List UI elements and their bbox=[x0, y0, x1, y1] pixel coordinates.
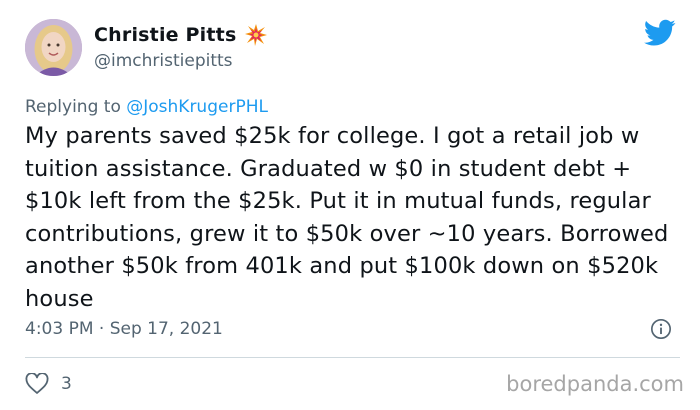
tweet-timestamp[interactable]: 4:03 PM · Sep 17, 2021 bbox=[25, 319, 223, 339]
divider bbox=[25, 357, 680, 358]
author-name[interactable]: Christie Pitts bbox=[94, 24, 236, 46]
tweet-card: Christie Pitts @imchristiepitts Replying… bbox=[0, 0, 700, 410]
boom-icon bbox=[244, 23, 268, 47]
like-count: 3 bbox=[61, 374, 72, 394]
twitter-bird-icon[interactable] bbox=[644, 19, 676, 47]
info-icon[interactable] bbox=[650, 318, 672, 340]
avatar-image bbox=[25, 19, 82, 76]
replying-to: Replying to @JoshKrugerPHL bbox=[25, 97, 268, 117]
author-handle[interactable]: @imchristiepitts bbox=[94, 51, 233, 71]
like-button[interactable]: 3 bbox=[25, 373, 72, 395]
replying-to-label: Replying to bbox=[25, 97, 127, 117]
watermark: boredpanda.com bbox=[506, 372, 684, 396]
reply-mention-link[interactable]: @JoshKrugerPHL bbox=[126, 97, 268, 117]
author-name-row: Christie Pitts bbox=[94, 23, 268, 47]
heart-icon bbox=[25, 373, 49, 394]
tweet-text: My parents saved $25k for college. I got… bbox=[25, 123, 669, 312]
avatar[interactable] bbox=[25, 19, 82, 76]
